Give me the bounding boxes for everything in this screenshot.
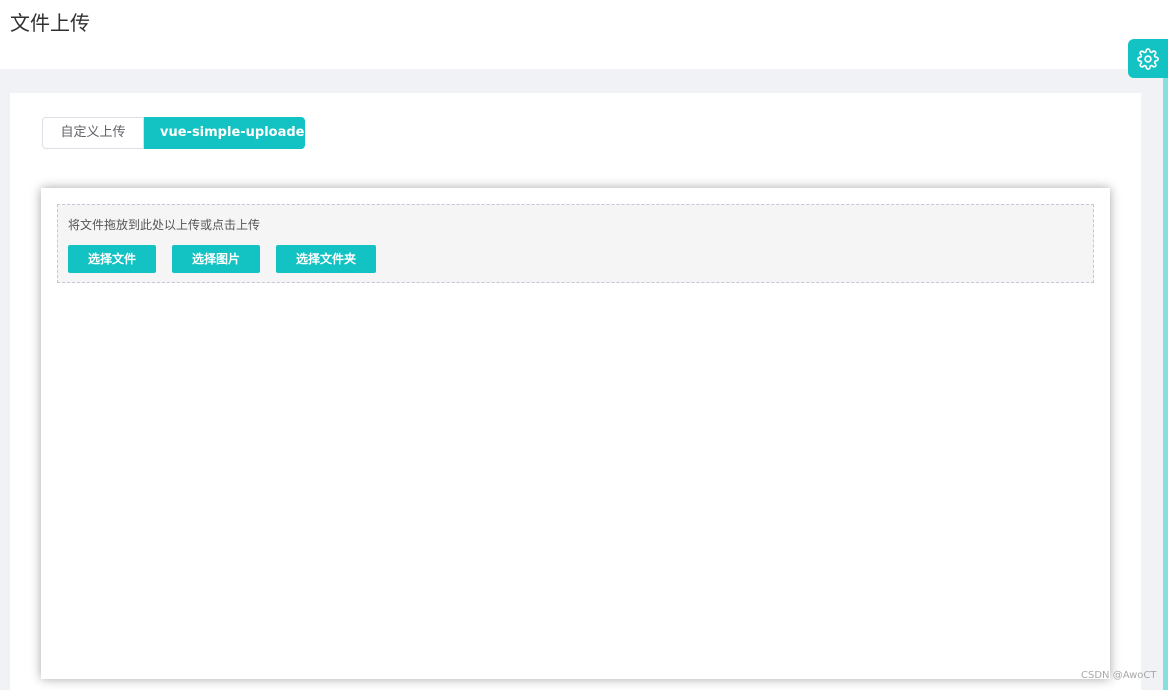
content-card: 自定义上传 vue-simple-uploader 将文件拖放到此处以上传或点击… — [10, 93, 1141, 690]
page-header: 文件上传 — [0, 0, 1168, 69]
select-image-button[interactable]: 选择图片 — [172, 245, 260, 273]
tab-custom-upload[interactable]: 自定义上传 — [42, 117, 144, 149]
select-file-button[interactable]: 选择文件 — [68, 245, 156, 273]
upload-mode-tabs: 自定义上传 vue-simple-uploader — [42, 117, 311, 149]
right-edge-bar — [1163, 78, 1168, 690]
gear-icon — [1137, 47, 1159, 70]
page-title: 文件上传 — [10, 11, 90, 35]
select-folder-button[interactable]: 选择文件夹 — [276, 245, 376, 273]
uploader-panel: 将文件拖放到此处以上传或点击上传 选择文件 选择图片 选择文件夹 — [41, 188, 1110, 679]
drop-hint: 将文件拖放到此处以上传或点击上传 — [68, 218, 261, 232]
watermark: CSDN @AwoCT — [1081, 670, 1157, 681]
drop-zone[interactable]: 将文件拖放到此处以上传或点击上传 选择文件 选择图片 选择文件夹 — [57, 204, 1094, 283]
settings-button[interactable] — [1128, 39, 1168, 78]
tab-vue-simple-uploader[interactable]: vue-simple-uploader — [144, 117, 311, 149]
